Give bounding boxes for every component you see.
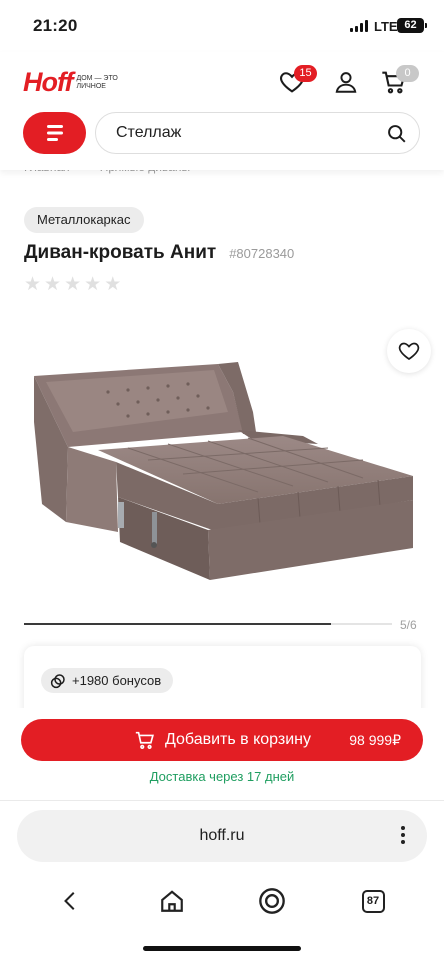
logo-brand: Hoff [23,67,73,97]
add-to-cart-button[interactable]: Добавить в корзину 98 999₽ [21,719,423,761]
buy-panel: Добавить в корзину 98 999₽ Доставка чере… [0,708,444,800]
home-icon [161,890,183,912]
address-url: hoff.ru [199,827,245,844]
alice-button[interactable] [257,886,287,916]
rating-stars[interactable]: ★ ★ ★ ★ ★ [24,274,122,295]
search-icon[interactable] [386,123,407,144]
star-icon: ★ [64,274,82,295]
cart-badge: 0 [396,65,419,82]
bonus-label: +1980 бонусов [72,673,162,688]
search-bar[interactable] [95,112,420,154]
bonus-icon [50,673,65,688]
menu-icon [46,125,63,141]
product-price: 98 999₽ [349,732,401,748]
tabs-button[interactable]: 87 [358,886,388,916]
network-type: LTE [374,19,398,34]
product-image[interactable] [28,352,418,592]
product-sku: #80728340 [229,246,295,261]
user-icon [335,72,357,93]
logo-tagline: дом — это личное [76,74,118,90]
delivery-info: Доставка через 17 дней [149,769,295,784]
star-icon: ★ [104,274,122,295]
catalog-menu-button[interactable] [23,112,86,154]
gallery-counter: 5/6 [400,618,417,632]
back-icon [64,892,75,910]
more-icon[interactable] [401,826,405,844]
profile-button[interactable] [333,68,363,98]
gallery-progress-fill [24,623,331,625]
alice-icon [259,888,285,914]
favorites-badge: 15 [294,65,317,82]
product-title-row: Диван-кровать Анит #80728340 [24,242,294,264]
status-time: 21:20 [33,16,78,35]
star-icon: ★ [24,274,42,295]
cart-icon [135,731,154,749]
cart-button[interactable]: 0 [380,65,419,98]
hoff-logo[interactable]: Hoff дом — это личное [23,67,129,98]
status-bar: 21:20 LTE 62 [0,0,444,52]
favorites-button[interactable]: 15 [278,65,317,98]
battery-icon: 62 [397,18,427,33]
star-icon: ★ [84,274,102,295]
add-to-cart-label: Добавить в корзину [165,731,312,748]
browser-toolbar: hoff.ru 87 [0,800,444,960]
signal-icon [350,20,368,32]
home-button[interactable] [157,886,187,916]
bonus-badge[interactable]: +1980 бонусов [41,668,174,693]
back-button[interactable] [56,886,86,916]
product-chip[interactable]: Металлокаркас [24,207,144,233]
gallery-progress [24,623,392,625]
product-title: Диван-кровать Анит [24,242,217,263]
tabs-count: 87 [361,889,385,913]
search-input[interactable] [116,113,366,153]
star-icon: ★ [44,274,62,295]
home-indicator [143,946,301,951]
site-header: Hoff дом — это личное 15 0 [0,52,444,170]
address-bar[interactable]: hoff.ru [17,810,427,862]
